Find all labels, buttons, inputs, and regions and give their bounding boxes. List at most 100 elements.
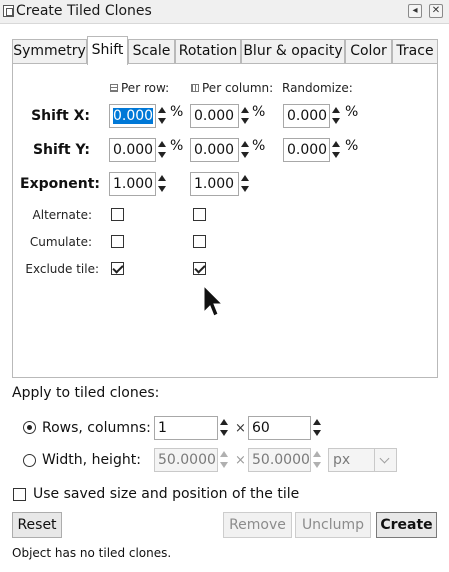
spin-arrows[interactable]	[312, 416, 323, 440]
exclude-tile-per-column-checkbox[interactable]	[193, 262, 206, 275]
create-button[interactable]: Create	[376, 512, 437, 538]
spin-arrows[interactable]	[240, 138, 251, 162]
spin-down-icon[interactable]	[241, 118, 249, 124]
spin-arrows[interactable]	[331, 138, 342, 162]
exponent-per-row-input[interactable]: 1.000	[109, 172, 156, 196]
spin-arrows[interactable]	[331, 104, 342, 128]
spin-up-icon[interactable]	[313, 451, 321, 457]
width-height-label: Width, height:	[42, 452, 141, 468]
columns-icon	[191, 84, 199, 92]
spin-up-icon[interactable]	[313, 419, 321, 425]
shift-x-per-row-unit: %	[170, 104, 184, 120]
spin-arrows[interactable]	[240, 104, 251, 128]
tab-scale[interactable]: Scale	[128, 39, 175, 64]
shift-y-randomize-input[interactable]: 0.000	[283, 138, 330, 162]
tab-symmetry[interactable]: Symmetry	[12, 39, 87, 64]
spin-down-icon[interactable]	[158, 186, 166, 192]
spin-arrows[interactable]	[157, 138, 168, 162]
shift-y-per-column-unit: %	[252, 138, 266, 154]
shift-y-per-row-input[interactable]: 0.000	[109, 138, 156, 162]
cumulate-label: Cumulate:	[29, 235, 92, 249]
spin-up-icon[interactable]	[158, 107, 166, 113]
tab-shift[interactable]: Shift	[87, 36, 128, 65]
spin-up-icon[interactable]	[241, 175, 249, 181]
spin-arrows[interactable]	[157, 172, 168, 196]
spin-up-icon[interactable]	[158, 141, 166, 147]
tab-trace[interactable]: Trace	[392, 39, 438, 64]
remove-button[interactable]: Remove	[223, 512, 292, 538]
use-saved-checkbox[interactable]	[13, 488, 26, 501]
exponent-per-column-input[interactable]: 1.000	[190, 172, 239, 196]
reset-button[interactable]: Reset	[12, 512, 62, 538]
spin-down-icon[interactable]	[313, 430, 321, 436]
unclump-button[interactable]: Unclump	[295, 512, 371, 538]
spin-up-icon[interactable]	[332, 141, 340, 147]
tab-blur-opacity[interactable]: Blur & opacity	[241, 39, 345, 64]
alternate-per-row-checkbox[interactable]	[111, 208, 124, 221]
apply-heading: Apply to tiled clones:	[12, 385, 160, 401]
spin-up-icon[interactable]	[220, 419, 228, 425]
spin-arrows[interactable]	[312, 448, 323, 472]
columns-input[interactable]: 60	[248, 416, 311, 440]
app-icon	[3, 5, 14, 17]
spin-down-icon[interactable]	[332, 152, 340, 158]
exclude-tile-per-row-checkbox[interactable]	[111, 262, 124, 275]
spin-up-icon[interactable]	[220, 451, 228, 457]
exponent-label: Exponent:	[20, 176, 100, 192]
restore-icon[interactable]: ◂	[408, 4, 422, 18]
spin-arrows[interactable]	[219, 416, 230, 440]
width-height-radio[interactable]	[23, 454, 36, 467]
spin-arrows[interactable]	[219, 448, 230, 472]
tab-color[interactable]: Color	[345, 39, 392, 64]
window-title: Create Tiled Clones	[16, 3, 152, 19]
spin-up-icon[interactable]	[241, 141, 249, 147]
spin-down-icon[interactable]	[158, 152, 166, 158]
shift-x-per-column-input[interactable]: 0.000	[190, 104, 239, 128]
shift-x-per-column-unit: %	[252, 104, 266, 120]
status-text: Object has no tiled clones.	[12, 546, 172, 560]
shift-y-label: Shift Y:	[32, 142, 90, 158]
times-sign: ×	[235, 421, 246, 436]
per-row-header: Per row:	[110, 81, 169, 95]
exclude-tile-label: Exclude tile:	[25, 262, 99, 276]
width-input[interactable]: 50.0000	[154, 448, 218, 472]
spin-down-icon[interactable]	[241, 186, 249, 192]
shift-x-randomize-unit: %	[345, 104, 359, 120]
rows-input[interactable]: 1	[154, 416, 218, 440]
shift-x-label: Shift X:	[31, 108, 90, 124]
spin-up-icon[interactable]	[241, 107, 249, 113]
chevron-down-icon[interactable]	[374, 449, 396, 471]
spin-up-icon[interactable]	[332, 107, 340, 113]
unit-select-value: px	[333, 452, 351, 468]
spin-down-icon[interactable]	[241, 152, 249, 158]
spin-down-icon[interactable]	[313, 462, 321, 468]
title-bar: Create Tiled Clones ◂ ✕	[0, 0, 449, 24]
shift-x-randomize-input[interactable]: 0.000	[283, 104, 330, 128]
unit-select[interactable]: px	[328, 448, 397, 472]
rows-columns-radio[interactable]	[23, 421, 36, 434]
tab-rotation[interactable]: Rotation	[175, 39, 241, 64]
alternate-per-column-checkbox[interactable]	[193, 208, 206, 221]
alternate-label: Alternate:	[32, 208, 92, 222]
rows-columns-label: Rows, columns:	[42, 420, 151, 436]
times-sign: ×	[235, 453, 246, 468]
shift-y-randomize-unit: %	[345, 138, 359, 154]
spin-down-icon[interactable]	[220, 462, 228, 468]
shift-x-per-row-input[interactable]: 0.000	[109, 104, 156, 128]
spin-arrows[interactable]	[240, 172, 251, 196]
cumulate-per-column-checkbox[interactable]	[193, 235, 206, 248]
shift-y-per-row-unit: %	[170, 138, 184, 154]
rows-icon	[110, 84, 118, 92]
spin-arrows[interactable]	[157, 104, 168, 128]
cumulate-per-row-checkbox[interactable]	[111, 235, 124, 248]
shift-y-per-column-input[interactable]: 0.000	[190, 138, 239, 162]
close-icon[interactable]: ✕	[429, 4, 443, 18]
use-saved-label: Use saved size and position of the tile	[33, 486, 300, 502]
per-column-header: Per column:	[191, 81, 273, 95]
spin-down-icon[interactable]	[332, 118, 340, 124]
spin-down-icon[interactable]	[158, 118, 166, 124]
height-input[interactable]: 50.0000	[248, 448, 311, 472]
spin-down-icon[interactable]	[220, 430, 228, 436]
randomize-header: Randomize:	[282, 81, 353, 95]
spin-up-icon[interactable]	[158, 175, 166, 181]
